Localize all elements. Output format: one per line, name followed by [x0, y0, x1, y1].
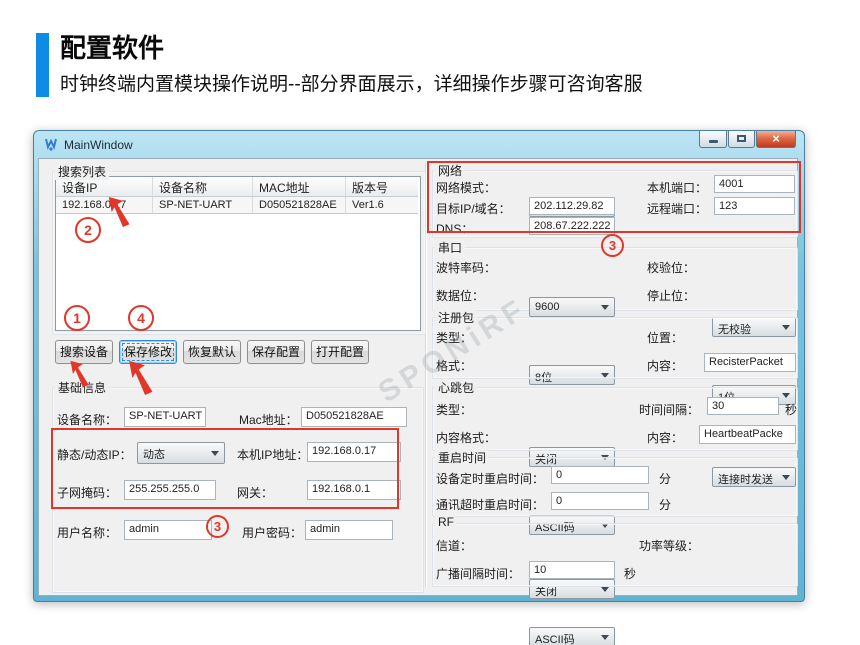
- local-port-label: 本机端口：: [647, 179, 707, 196]
- timeout-restart-field[interactable]: 0: [551, 492, 649, 510]
- annotation-arrow-search-button: [68, 360, 96, 388]
- password-label: 用户密码：: [242, 524, 302, 541]
- gateway-field[interactable]: 192.168.0.1: [307, 480, 401, 500]
- local-ip-field[interactable]: 192.168.0.17: [307, 442, 401, 462]
- ip-mode-dropdown[interactable]: 动态: [137, 442, 225, 464]
- open-config-button[interactable]: 打开配置: [311, 340, 369, 364]
- scheduled-restart-unit: 分: [659, 470, 671, 487]
- baud-value: 9600: [535, 301, 559, 313]
- broadcast-interval-label: 广播间隔时间：: [436, 565, 520, 582]
- mac-label: Mac地址：: [239, 411, 298, 428]
- annotation-arrow-device-row: [104, 196, 140, 228]
- scheduled-restart-field[interactable]: 0: [551, 466, 649, 484]
- device-name-label: 设备名称：: [57, 411, 117, 428]
- password-field[interactable]: admin: [305, 520, 393, 540]
- window-titlebar[interactable]: MainWindow ×: [34, 131, 804, 158]
- power-level-label: 功率等级：: [639, 537, 699, 554]
- target-ip-label: 目标IP/域名：: [436, 200, 511, 217]
- annotation-arrow-save-button: [128, 360, 160, 396]
- restore-defaults-button[interactable]: 恢复默认: [183, 340, 241, 364]
- dns-label: DNS：: [436, 220, 473, 237]
- annotation-circle-3-left: 3: [206, 515, 229, 538]
- broadcast-interval-field[interactable]: 10: [529, 561, 615, 579]
- save-config-button[interactable]: 保存配置: [247, 340, 305, 364]
- page-title: 配置软件: [60, 28, 164, 65]
- dropdown-arrow-icon: [601, 305, 609, 310]
- remote-port-label: 远程端口：: [647, 200, 707, 217]
- subnet-field[interactable]: 255.255.255.0: [124, 480, 216, 500]
- minimize-icon: [709, 140, 718, 143]
- device-row-cell-name[interactable]: SP-NET-UART: [153, 197, 253, 214]
- restart-group-label: 重启时间: [435, 449, 489, 466]
- dropdown-arrow-icon: [211, 451, 219, 456]
- ip-mode-value: 动态: [143, 449, 165, 461]
- baud-label: 波特率码：: [436, 259, 496, 276]
- dropdown-arrow-icon: [601, 587, 609, 592]
- annotation-circle-3-right: 3: [601, 234, 624, 257]
- register-content-field[interactable]: RecisterPacket: [704, 353, 796, 372]
- local-port-field[interactable]: 4001: [714, 175, 795, 193]
- heartbeat-content-label: 内容：: [647, 429, 683, 446]
- annotation-circle-4: 4: [128, 305, 154, 331]
- search-list-group-label: 搜索列表: [55, 163, 109, 180]
- column-header-device-ip[interactable]: 设备IP: [56, 177, 153, 197]
- timeout-restart-unit: 分: [659, 496, 671, 513]
- username-label: 用户名称：: [57, 524, 117, 541]
- serial-group-label: 串口: [435, 239, 465, 256]
- column-header-version[interactable]: 版本号: [346, 177, 418, 197]
- window-title: MainWindow: [64, 138, 133, 152]
- username-field[interactable]: admin: [124, 520, 212, 540]
- dropdown-arrow-icon: [601, 635, 609, 640]
- register-content-label: 内容：: [647, 357, 683, 374]
- parity-label: 校验位：: [647, 259, 695, 276]
- timeout-restart-label: 通讯超时重启时间：: [436, 496, 544, 513]
- baud-dropdown[interactable]: 9600: [529, 297, 615, 317]
- local-ip-label: 本机IP地址：: [237, 446, 308, 463]
- network-mode-label: 网络模式：: [436, 179, 496, 196]
- heartbeat-group-label: 心跳包: [435, 379, 477, 396]
- ip-mode-label: 静态/动态IP：: [57, 446, 132, 463]
- header-accent-bar: [36, 33, 49, 97]
- column-header-device-name[interactable]: 设备名称: [153, 177, 253, 197]
- annotation-circle-1: 1: [64, 305, 90, 331]
- device-row-cell-version[interactable]: Ver1.6: [346, 197, 418, 214]
- heartbeat-format-value: ASCII码: [535, 634, 575, 645]
- page: 配置软件 时钟终端内置模块操作说明--部分界面展示，详细操作步骤可咨询客服 Ma…: [0, 0, 860, 645]
- broadcast-interval-unit: 秒: [624, 565, 636, 582]
- maximize-button[interactable]: [728, 131, 755, 148]
- device-row-cell-mac[interactable]: D050521828AE: [253, 197, 346, 214]
- heartbeat-interval-label: 时间间隔：: [639, 401, 699, 418]
- device-name-field[interactable]: SP-NET-UART: [124, 407, 206, 427]
- subnet-label: 子网掩码：: [57, 484, 117, 501]
- heartbeat-format-label: 内容格式：: [436, 429, 496, 446]
- annotation-circle-2: 2: [75, 217, 101, 243]
- app-logo-icon: [44, 137, 59, 152]
- heartbeat-type-value: 关闭: [535, 586, 557, 598]
- column-header-mac[interactable]: MAC地址: [253, 177, 346, 197]
- channel-label: 信道：: [436, 537, 472, 554]
- minimize-button[interactable]: [699, 131, 727, 148]
- databits-label: 数据位：: [436, 287, 484, 304]
- stopbits-label: 停止位：: [647, 287, 695, 304]
- network-group-label: 网络: [435, 162, 465, 179]
- target-ip-field[interactable]: 202.112.29.82: [529, 197, 615, 215]
- heartbeat-interval-unit: 秒: [785, 401, 797, 418]
- gateway-label: 网关：: [237, 484, 273, 501]
- register-position-label: 位置：: [647, 329, 683, 346]
- heartbeat-content-field[interactable]: HeartbeatPacke: [699, 425, 796, 444]
- scheduled-restart-label: 设备定时重启时间：: [436, 470, 544, 487]
- heartbeat-type-label: 类型：: [436, 401, 472, 418]
- mac-field[interactable]: D050521828AE: [301, 407, 407, 427]
- close-button[interactable]: ×: [756, 131, 796, 148]
- maximize-icon: [737, 135, 746, 142]
- dns-field[interactable]: 208.67.222.222: [529, 217, 615, 235]
- rf-group-label: RF: [435, 515, 457, 529]
- heartbeat-format-dropdown[interactable]: ASCII码: [529, 627, 615, 645]
- remote-port-field[interactable]: 123: [714, 197, 795, 215]
- page-subtitle: 时钟终端内置模块操作说明--部分界面展示，详细操作步骤可咨询客服: [60, 69, 643, 96]
- heartbeat-interval-field[interactable]: 30: [707, 397, 779, 415]
